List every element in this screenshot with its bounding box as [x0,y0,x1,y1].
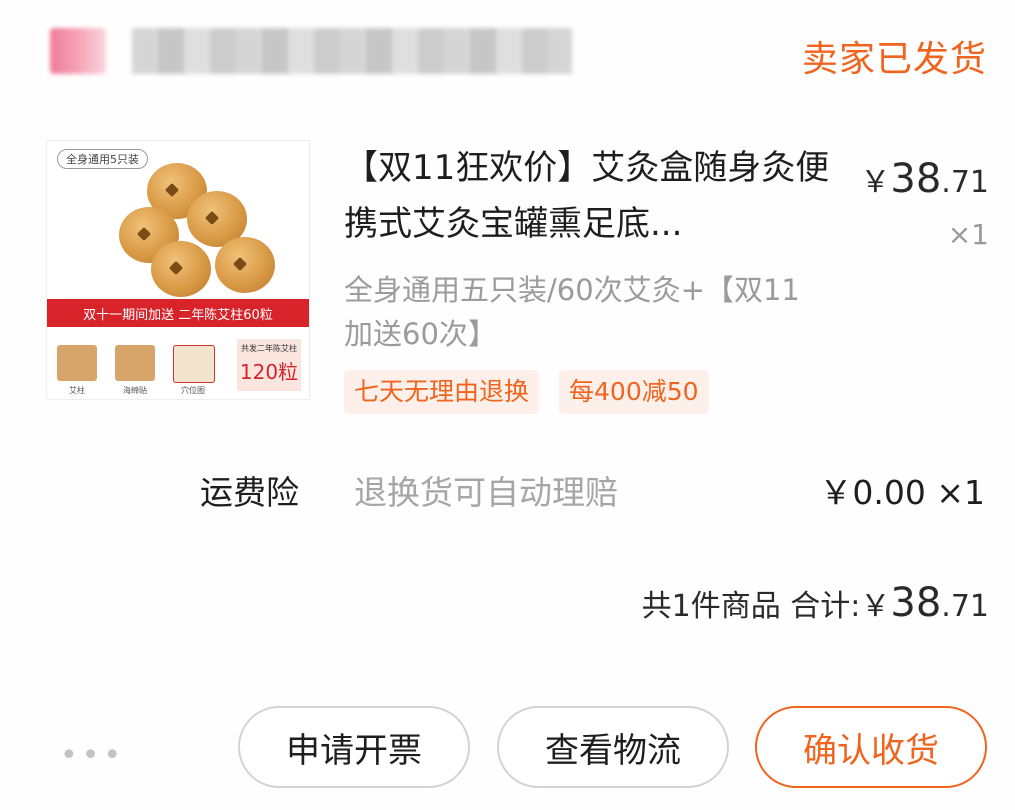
shop-name-redacted[interactable] [132,28,572,74]
view-logistics-button[interactable]: 查看物流 [497,706,729,788]
apply-invoice-button[interactable]: 申请开票 [238,706,470,788]
total-integer: 38 [890,580,942,626]
pack-label: 海绵贴 [123,386,147,395]
price-decimal: .71 [941,165,989,200]
shipping-insurance-description: 退换货可自动理赔 [354,473,618,512]
confirm-receipt-button[interactable]: 确认收货 [755,706,987,788]
moxa-stick-pack-image [57,345,97,381]
product-image-band: 双十一期间加送 二年陈艾柱60粒 [47,299,309,327]
more-options-icon[interactable]: ••• [60,738,125,773]
total-decimal: .71 [941,589,989,624]
sponge-patch-pack-image [115,345,155,381]
product-image-tag: 全身通用5只装 [57,149,148,169]
currency-symbol: ￥ [860,165,891,200]
acupoint-chart-image [173,345,215,383]
product-quantity: ×1 [947,218,989,251]
shipping-insurance-price: ￥0.00 ×1 [819,473,985,512]
discount-tag: 每400减50 [559,370,709,414]
shipping-insurance-label: 运费险 [200,473,299,512]
product-image-extras: 艾柱 海绵贴 穴位图 共发二年陈艾柱 120粒 [47,333,309,399]
pack-label: 艾柱 [69,386,85,395]
shop-header[interactable]: 卖家已发货 [40,22,987,82]
bonus-count-box: 共发二年陈艾柱 120粒 [237,339,301,391]
pack-label: 穴位图 [181,386,205,395]
moxa-box-image [215,237,275,293]
order-status: 卖家已发货 [801,39,987,80]
return-policy-tag: 七天无理由退换 [344,370,540,414]
product-sku: 全身通用五只装/60次艾灸+【双11加送60次】 [344,273,800,351]
price-integer: 38 [890,156,942,202]
currency-symbol: ￥ [860,589,891,624]
bonus-count-caption: 共发二年陈艾柱 [241,344,297,353]
order-card: 卖家已发货 全身通用5只装 双十一期间加送 二年陈艾柱60粒 艾柱 海绵贴 穴位… [0,0,1015,810]
product-image[interactable]: 全身通用5只装 双十一期间加送 二年陈艾柱60粒 艾柱 海绵贴 穴位图 共发二年… [46,140,310,400]
moxa-box-image [151,241,211,297]
order-total: 共1件商品 合计:￥38.71 [642,580,989,626]
service-tags: 七天无理由退换 每400减50 [344,370,709,414]
product-price: ￥38.71 [860,156,989,202]
product-title[interactable]: 【双11狂欢价】艾灸盒随身灸便携式艾灸宝罐熏足底... [344,140,834,252]
shop-avatar[interactable] [50,28,106,74]
item-count-text: 共1件商品 合计: [641,589,861,624]
bonus-count-value: 120粒 [239,360,299,384]
